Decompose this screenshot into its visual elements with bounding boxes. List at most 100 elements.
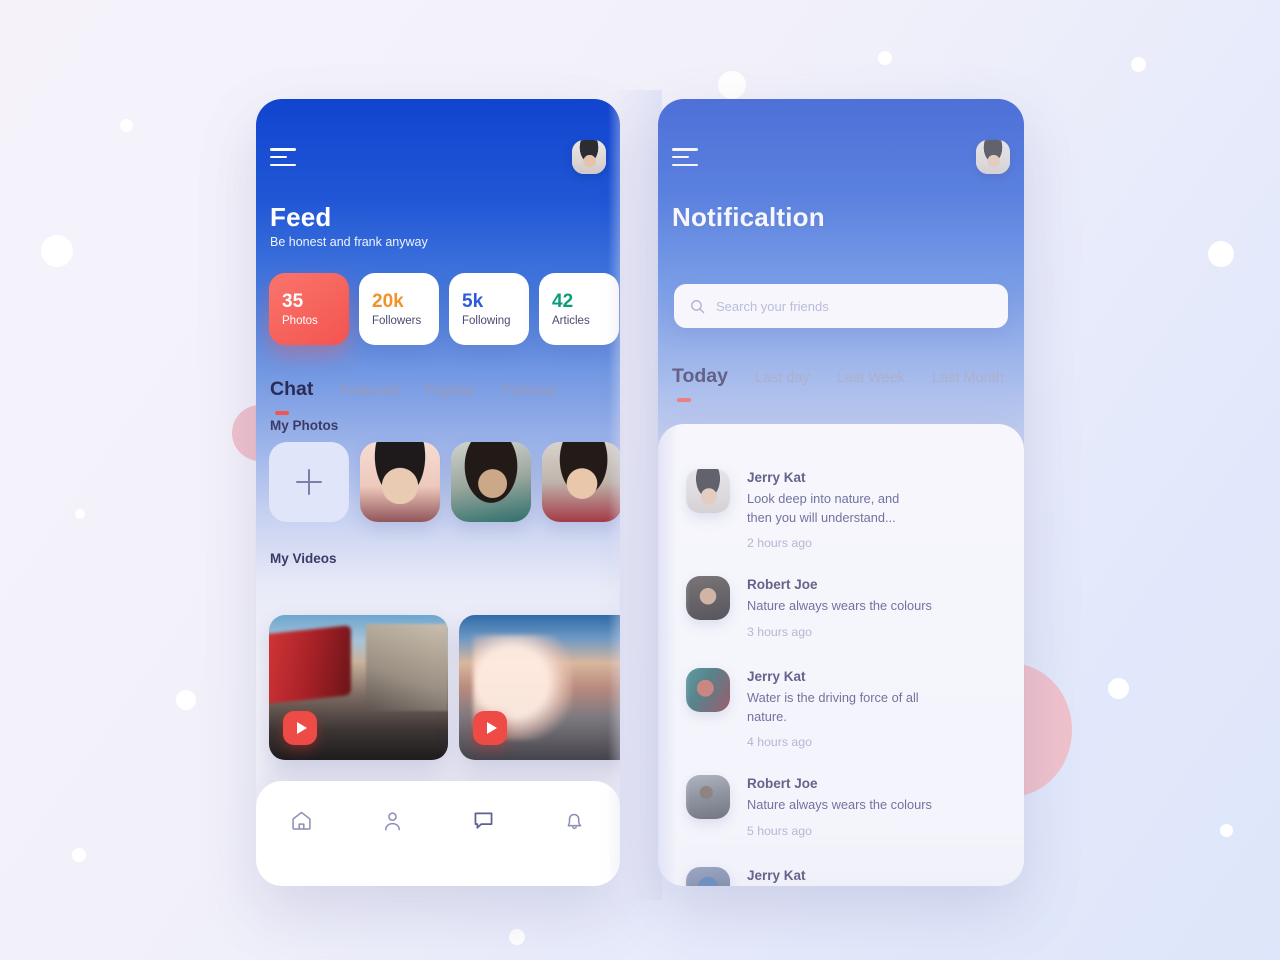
video-row: [269, 615, 620, 760]
avatar-image: [686, 576, 730, 620]
profile-icon[interactable]: [370, 801, 416, 839]
tab-chat[interactable]: Chat: [270, 378, 314, 415]
bottom-navigation: [256, 781, 620, 886]
avatar: [686, 668, 730, 712]
plus-icon: [296, 469, 322, 495]
photo-row: [269, 442, 620, 522]
stat-value: 20k: [372, 290, 404, 312]
avatar[interactable]: [572, 140, 606, 174]
tab-featured[interactable]: Featured: [340, 383, 398, 399]
stat-card-photos[interactable]: 35 Photos: [269, 273, 349, 345]
notification-time: 3 hours ago: [747, 624, 812, 639]
notification-name: Robert Joe: [747, 776, 818, 791]
notification-name: Robert Joe: [747, 577, 818, 592]
notification-name: Jerry Kat: [747, 868, 806, 883]
my-photos-label: My Photos: [270, 418, 339, 433]
avatar: [686, 775, 730, 819]
decor-bubble: [1108, 678, 1129, 699]
stat-card-articles[interactable]: 42 Articles: [539, 273, 619, 345]
decor-bubble: [718, 71, 746, 99]
home-icon[interactable]: [279, 801, 325, 839]
photo-thumbnail[interactable]: [360, 442, 440, 522]
photo-image: [360, 442, 440, 522]
notification-name: Jerry Kat: [747, 669, 806, 684]
notification-time: 4 hours ago: [747, 735, 812, 750]
tab-last-day[interactable]: Last day: [755, 370, 810, 386]
list-item[interactable]: Robert Joe Nature always wears the colou…: [686, 576, 932, 639]
page-title: Notificaltion: [672, 202, 825, 232]
avatar-image: [686, 668, 730, 712]
active-tab-indicator: [275, 411, 289, 415]
notification-list[interactable]: Jerry Kat Look deep into nature, and the…: [658, 424, 1024, 886]
avatar: [686, 469, 730, 513]
play-icon[interactable]: [283, 711, 317, 745]
decor-bubble: [72, 848, 86, 862]
notification-phone-screen: Notificaltion Search your friends Today …: [658, 99, 1024, 886]
list-item[interactable]: Jerry Kat: [686, 867, 806, 886]
decor-bubble: [1208, 241, 1234, 267]
decor-bubble: [75, 509, 85, 519]
avatar-image: [686, 469, 730, 513]
tab-today[interactable]: Today: [672, 365, 728, 402]
avatar-image: [686, 775, 730, 819]
list-item[interactable]: Jerry Kat Water is the driving force of …: [686, 668, 922, 749]
notification-time: 2 hours ago: [747, 536, 812, 551]
active-tab-indicator: [677, 398, 691, 402]
tab-follower[interactable]: Follower: [502, 383, 557, 399]
stat-card-following[interactable]: 5k Following: [449, 273, 529, 345]
photo-thumbnail[interactable]: [542, 442, 620, 522]
search-placeholder: Search your friends: [716, 298, 829, 314]
decor-bubble: [176, 690, 196, 710]
avatar: [686, 576, 730, 620]
search-icon: [691, 299, 705, 313]
stat-label: Articles: [552, 315, 590, 328]
notification-name: Jerry Kat: [747, 470, 806, 485]
avatar[interactable]: [976, 140, 1010, 174]
tab-label: Chat: [270, 378, 314, 400]
notification-message: Nature always wears the colours: [747, 598, 932, 613]
photo-thumbnail[interactable]: [451, 442, 531, 522]
play-icon[interactable]: [473, 711, 507, 745]
feed-tabs: Chat Featured Popular Follower: [270, 378, 620, 415]
avatar-image: [976, 140, 1010, 174]
stat-label: Followers: [372, 315, 422, 328]
stat-value: 35: [282, 290, 304, 312]
tab-popular[interactable]: Popular: [425, 383, 475, 399]
notification-message: Look deep into nature, and then you will…: [747, 491, 900, 525]
hamburger-menu-icon[interactable]: [672, 148, 702, 166]
stat-card-followers[interactable]: 20k Followers: [359, 273, 439, 345]
hamburger-menu-icon[interactable]: [270, 148, 300, 166]
page-background: [0, 0, 1280, 960]
avatar-image: [572, 140, 606, 174]
tab-label: Today: [672, 365, 728, 387]
notification-time: 5 hours ago: [747, 823, 812, 838]
stat-label: Following: [462, 315, 511, 328]
tab-last-month[interactable]: Last Month: [932, 370, 1004, 386]
stat-value: 5k: [462, 290, 484, 312]
notification-message: Water is the driving force of all nature…: [747, 690, 919, 724]
video-thumbnail-street[interactable]: [269, 615, 448, 760]
photo-image: [451, 442, 531, 522]
search-input[interactable]: Search your friends: [674, 284, 1008, 328]
tab-last-week[interactable]: Last Week: [837, 370, 905, 386]
video-thumbnail-wave[interactable]: [459, 615, 620, 760]
notification-message: Nature always wears the colours: [747, 797, 932, 812]
photo-image: [542, 442, 620, 522]
avatar-image: [686, 867, 730, 886]
list-item[interactable]: Robert Joe Nature always wears the colou…: [686, 775, 932, 838]
decor-bubble: [878, 51, 892, 65]
feed-topbar: [256, 137, 620, 177]
stat-value: 42: [552, 290, 574, 312]
stat-label: Photos: [282, 315, 318, 328]
decor-bubble: [120, 119, 133, 132]
my-videos-label: My Videos: [270, 551, 337, 566]
notification-icon[interactable]: [552, 801, 598, 839]
decor-bubble: [41, 235, 73, 267]
stats-row: 35 Photos 20k Followers 5k Following 42 …: [269, 273, 619, 345]
notification-topbar: [658, 137, 1024, 177]
decor-bubble: [1220, 824, 1233, 837]
list-item[interactable]: Jerry Kat Look deep into nature, and the…: [686, 469, 922, 550]
add-photo-button[interactable]: [269, 442, 349, 522]
chat-icon[interactable]: [461, 801, 507, 839]
feed-phone-screen: Feed Be honest and frank anyway 35 Photo…: [256, 99, 620, 886]
